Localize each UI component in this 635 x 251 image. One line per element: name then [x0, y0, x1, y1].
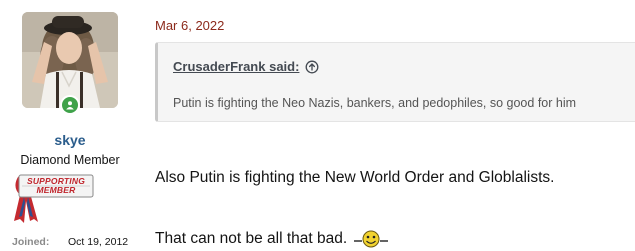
- arrow-up-circle-icon[interactable]: [305, 60, 319, 74]
- badge-label-bottom: MEMBER: [36, 185, 76, 195]
- username-link[interactable]: skye: [0, 132, 140, 148]
- quote-header: CrusaderFrank said:: [173, 59, 319, 74]
- forum-post: skye Diamond Member SUPPORTING MEMBER Jo…: [0, 0, 635, 251]
- joined-label: Joined:: [12, 236, 50, 248]
- user-online-icon: [66, 101, 74, 110]
- quote-author-link[interactable]: CrusaderFrank said:: [173, 59, 299, 74]
- quote-block: CrusaderFrank said: Putin is fighting th…: [155, 42, 635, 122]
- smiley-icon: [354, 230, 389, 248]
- message-line: That can not be all that bad.: [155, 230, 348, 247]
- message-line: Also Putin is fighting the New World Ord…: [155, 169, 555, 186]
- message-line-with-emoji: That can not be all that bad.: [155, 229, 390, 249]
- joined-date: Oct 19, 2012: [68, 236, 129, 248]
- online-status-indicator: [60, 95, 80, 115]
- avatar[interactable]: [22, 12, 118, 108]
- user-title: Diamond Member: [20, 153, 120, 167]
- user-info-column: skye Diamond Member SUPPORTING MEMBER Jo…: [0, 0, 140, 251]
- post-date-link[interactable]: Mar 6, 2022: [155, 18, 224, 33]
- quote-text: Putin is fighting the Neo Nazis, bankers…: [173, 96, 577, 110]
